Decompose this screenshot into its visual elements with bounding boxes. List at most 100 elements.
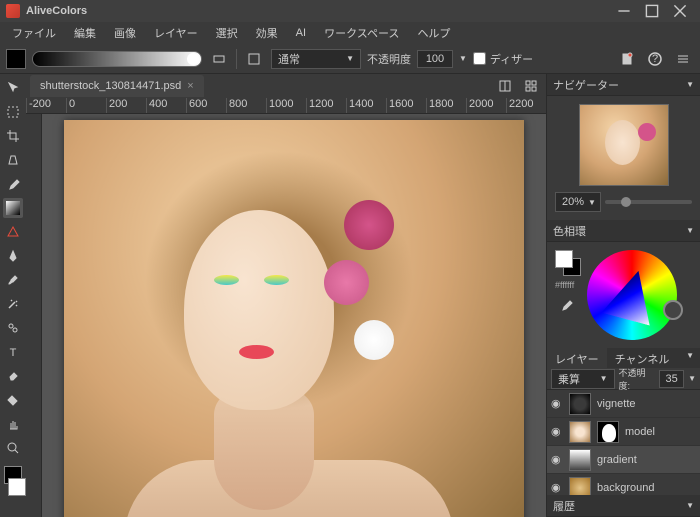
menu-layer[interactable]: レイヤー <box>146 22 206 44</box>
eyedropper-icon[interactable] <box>555 294 577 316</box>
gradient-tool[interactable] <box>3 198 23 218</box>
menu-ai[interactable]: AI <box>288 24 314 42</box>
close-button[interactable] <box>666 0 694 22</box>
help-icon[interactable]: ? <box>644 48 666 70</box>
minimize-button[interactable] <box>610 0 638 22</box>
settings-icon[interactable] <box>672 48 694 70</box>
chevron-down-icon: ▼ <box>686 226 694 235</box>
layer-thumbnail[interactable] <box>569 449 591 471</box>
opacity-label: 不透明度 <box>367 51 411 67</box>
tab-layers[interactable]: レイヤー <box>547 348 607 368</box>
document-tabs: shutterstock_130814471.psd × <box>26 74 546 98</box>
options-bar: 通常▼ 不透明度 100 ▼ ディザー ? <box>0 44 700 74</box>
divider <box>236 49 237 69</box>
layer-blendmode-value: 乗算 <box>558 371 580 387</box>
notification-icon[interactable] <box>616 48 638 70</box>
app-logo <box>6 4 20 18</box>
navigator-thumbnail[interactable] <box>579 104 669 186</box>
dither-label: ディザー <box>490 51 533 67</box>
color-swatch[interactable] <box>6 49 26 69</box>
visibility-icon[interactable]: ◉ <box>551 397 563 410</box>
history-title: 履歴 <box>553 498 575 514</box>
menu-edit[interactable]: 編集 <box>66 22 104 44</box>
zoom-slider[interactable] <box>605 200 692 204</box>
menu-file[interactable]: ファイル <box>4 22 64 44</box>
eraser-tool[interactable] <box>3 366 23 386</box>
layer-row[interactable]: ◉ gradient <box>547 446 700 474</box>
color-triangle[interactable] <box>601 264 662 325</box>
huecircle-header[interactable]: 色相環 ▼ <box>547 220 700 242</box>
menu-select[interactable]: 選択 <box>208 22 246 44</box>
maximize-button[interactable] <box>638 0 666 22</box>
fill-tool[interactable] <box>3 390 23 410</box>
visibility-icon[interactable]: ◉ <box>551 425 563 438</box>
toolbar: T <box>0 74 26 517</box>
layer-thumbnail[interactable] <box>569 421 591 443</box>
layer-mask-thumbnail[interactable] <box>597 421 619 443</box>
chevron-down-icon: ▼ <box>600 374 608 383</box>
layer-name: vignette <box>597 398 636 410</box>
visibility-icon[interactable]: ◉ <box>551 481 563 494</box>
clone-tool[interactable] <box>3 318 23 338</box>
opacity-input[interactable]: 100 <box>417 50 453 68</box>
chevron-down-icon[interactable]: ▼ <box>688 374 696 383</box>
gradient-linear-icon[interactable] <box>243 48 265 70</box>
navigator-panel: 20%▼ <box>547 96 700 220</box>
text-tool[interactable]: T <box>3 342 23 362</box>
chevron-down-icon[interactable]: ▼ <box>459 54 467 63</box>
perspective-tool[interactable] <box>3 150 23 170</box>
document-tab[interactable]: shutterstock_130814471.psd × <box>30 75 204 97</box>
layer-opacity-label: 不透明度: <box>619 366 656 392</box>
ruler-vertical <box>26 114 42 517</box>
hex-value: #ffffff <box>555 280 581 290</box>
gradient-preview[interactable] <box>32 51 202 67</box>
canvas[interactable] <box>42 114 546 517</box>
zoom-dropdown[interactable]: 20%▼ <box>555 192 601 212</box>
move-tool[interactable] <box>3 78 23 98</box>
navigator-header[interactable]: ナビゲーター▼ <box>547 74 700 96</box>
pen-tool[interactable] <box>3 246 23 266</box>
menu-workspace[interactable]: ワークスペース <box>316 22 407 44</box>
layer-row[interactable]: ◉model <box>547 418 700 446</box>
zoom-tool[interactable] <box>3 438 23 458</box>
color-history-icon[interactable] <box>663 300 683 320</box>
background-color[interactable] <box>8 478 26 496</box>
app-title: AliveColors <box>26 5 610 17</box>
layer-row[interactable]: ◉ background <box>547 474 700 495</box>
tab-layout-icon[interactable] <box>494 75 516 97</box>
layer-controls: 乗算 ▼ 不透明度: 35 ▼ <box>547 368 700 390</box>
layer-name: background <box>597 482 655 494</box>
layer-row[interactable]: ◉ vignette <box>547 390 700 418</box>
shape-tool[interactable] <box>3 222 23 242</box>
close-tab-icon[interactable]: × <box>187 80 193 92</box>
blendmode-value: 通常 <box>278 51 300 67</box>
layer-name: gradient <box>597 454 637 466</box>
blendmode-dropdown[interactable]: 通常▼ <box>271 49 361 69</box>
color-wheel[interactable] <box>587 250 677 340</box>
marquee-tool[interactable] <box>3 102 23 122</box>
history-header[interactable]: 履歴▼ <box>547 495 700 517</box>
huecircle-title: 色相環 <box>553 223 586 239</box>
svg-text:?: ? <box>652 53 658 65</box>
hand-tool[interactable] <box>3 414 23 434</box>
menu-effect[interactable]: 効果 <box>248 22 286 44</box>
brush-tool[interactable] <box>3 270 23 290</box>
crop-tool[interactable] <box>3 126 23 146</box>
right-panels: ナビゲーター▼ 20%▼ 色相環▼ #ffffff レイヤー チャンネル ▼ <box>546 74 700 517</box>
layer-thumbnail[interactable] <box>569 477 591 496</box>
dither-input[interactable] <box>473 52 486 65</box>
menu-help[interactable]: ヘルプ <box>409 22 458 44</box>
magic-wand-tool[interactable] <box>3 294 23 314</box>
layer-opacity-input[interactable]: 35 <box>659 370 684 388</box>
visibility-icon[interactable]: ◉ <box>551 453 563 466</box>
tab-grid-icon[interactable] <box>520 75 542 97</box>
chevron-down-icon[interactable]: ▼ <box>680 348 700 368</box>
menu-image[interactable]: 画像 <box>106 22 144 44</box>
chevron-down-icon: ▼ <box>588 198 596 207</box>
layer-blendmode-dropdown[interactable]: 乗算 ▼ <box>551 369 615 389</box>
fg-bg-swatch[interactable] <box>555 250 581 276</box>
gradient-edit-icon[interactable] <box>208 48 230 70</box>
dither-checkbox[interactable]: ディザー <box>473 51 533 67</box>
eyedropper-tool[interactable] <box>3 174 23 194</box>
layer-thumbnail[interactable] <box>569 393 591 415</box>
